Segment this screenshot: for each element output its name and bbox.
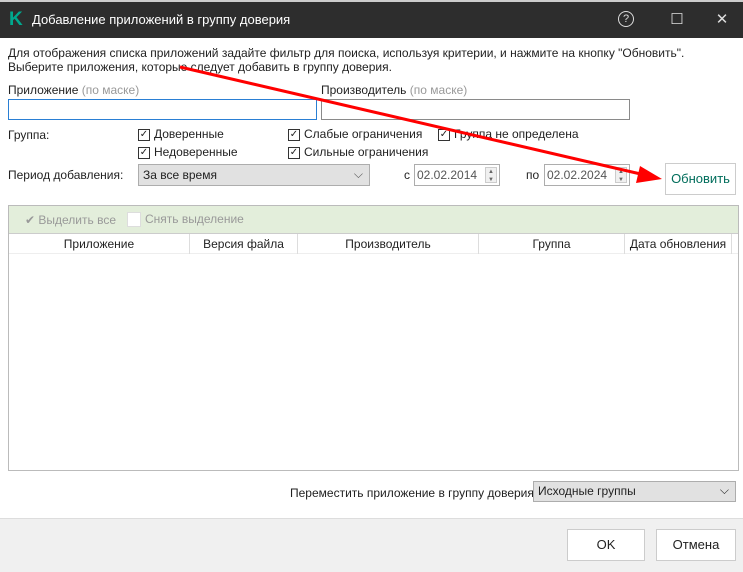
annotation-arrow	[179, 65, 662, 183]
